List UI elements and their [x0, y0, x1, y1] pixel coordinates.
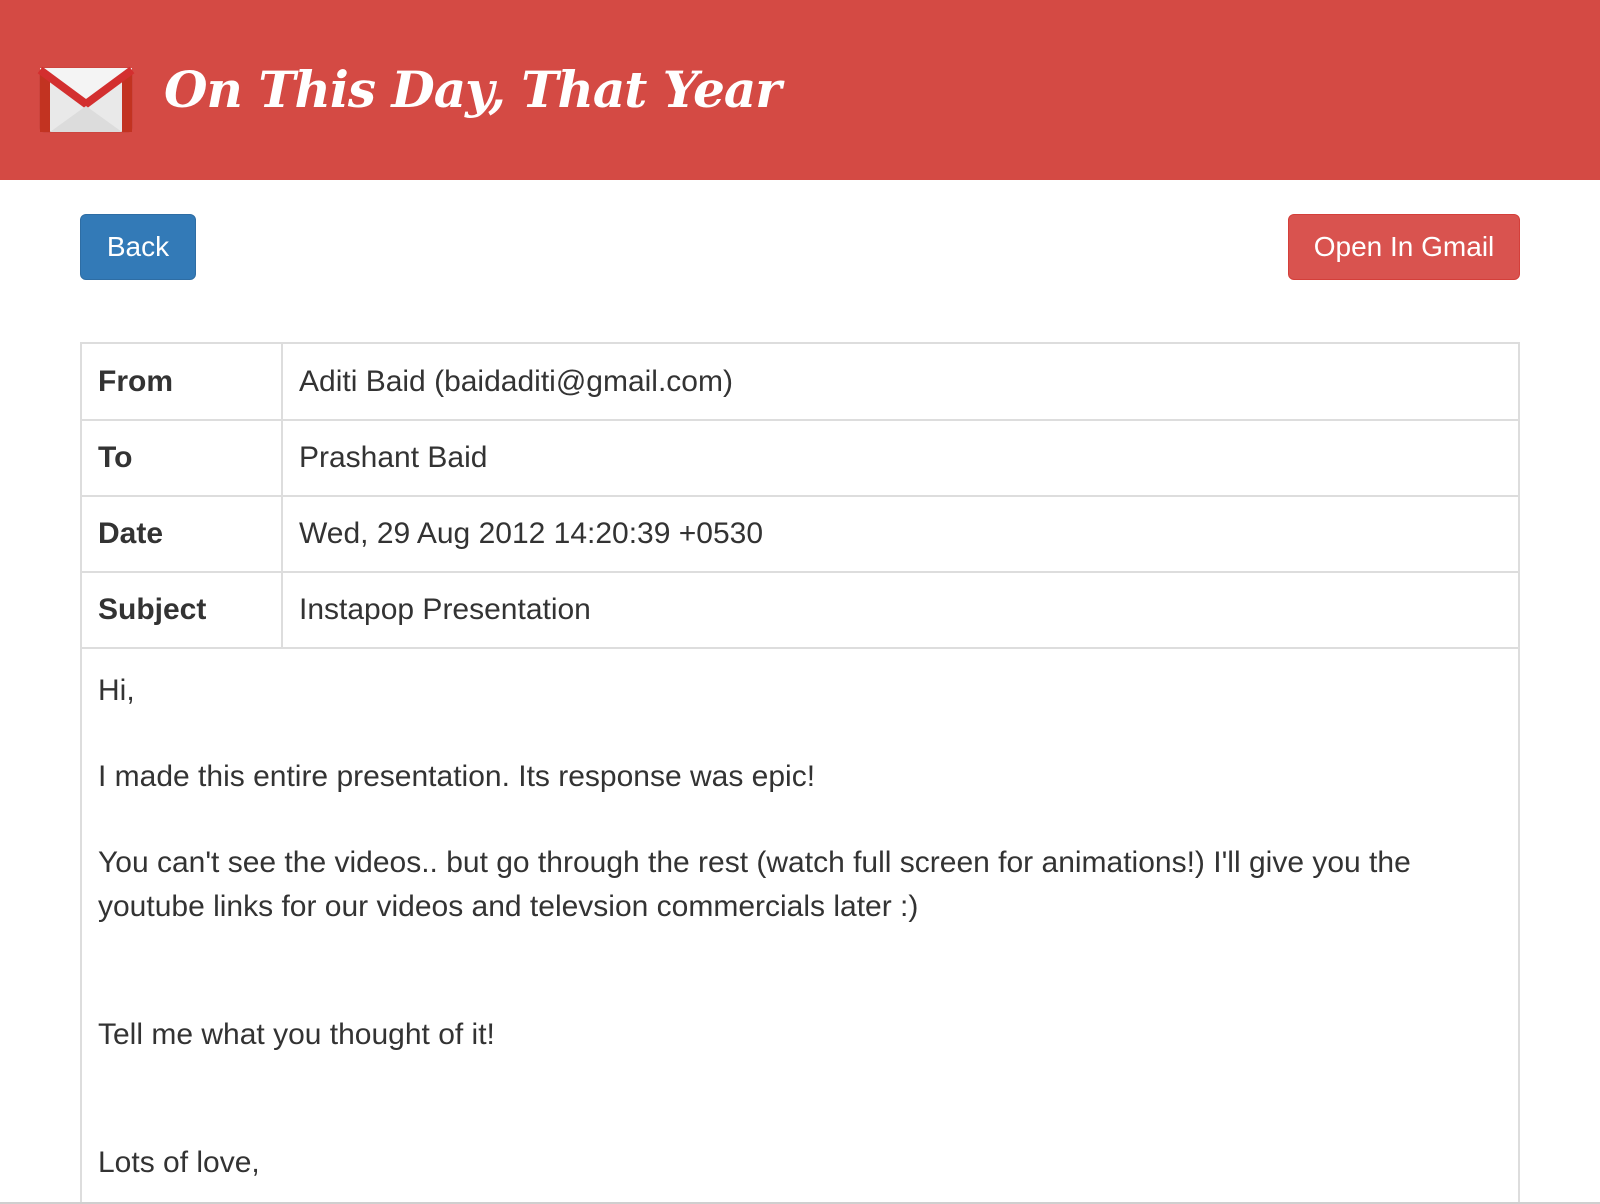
- to-label: To: [82, 420, 283, 497]
- body-greeting: Hi,: [98, 674, 135, 707]
- from-label: From: [82, 344, 283, 421]
- subject-row: Subject Instapop Presentation: [82, 572, 1518, 649]
- body-paragraph: Tell me what you thought of it!: [98, 1018, 495, 1051]
- body-signoff: Lots of love,: [98, 1146, 260, 1179]
- subject-label: Subject: [82, 572, 283, 649]
- body-paragraph: I made this entire presentation. Its res…: [98, 760, 816, 793]
- to-row: To Prashant Baid: [82, 420, 1518, 497]
- from-row: From Aditi Baid (baidaditi@gmail.com): [82, 344, 1518, 421]
- date-row: Date Wed, 29 Aug 2012 14:20:39 +0530: [82, 496, 1518, 573]
- to-value: Prashant Baid: [282, 420, 1518, 497]
- open-in-gmail-button[interactable]: Open In Gmail: [1288, 214, 1520, 280]
- body-paragraph: You can't see the videos.. but go throug…: [98, 846, 1411, 923]
- from-value: Aditi Baid (baidaditi@gmail.com): [282, 344, 1518, 421]
- subject-value: Instapop Presentation: [282, 572, 1518, 649]
- gmail-envelope-icon: [37, 66, 135, 133]
- back-button[interactable]: Back: [80, 214, 196, 280]
- app-title: On This Day, That Year: [164, 60, 782, 119]
- app-header: On This Day, That Year: [0, 0, 1600, 180]
- date-label: Date: [82, 496, 283, 573]
- email-header-table: From Aditi Baid (baidaditi@gmail.com) To…: [82, 344, 1518, 649]
- email-body: Hi, I made this entire presentation. Its…: [82, 649, 1518, 1185]
- email-card: From Aditi Baid (baidaditi@gmail.com) To…: [80, 342, 1520, 1204]
- date-value: Wed, 29 Aug 2012 14:20:39 +0530: [282, 496, 1518, 573]
